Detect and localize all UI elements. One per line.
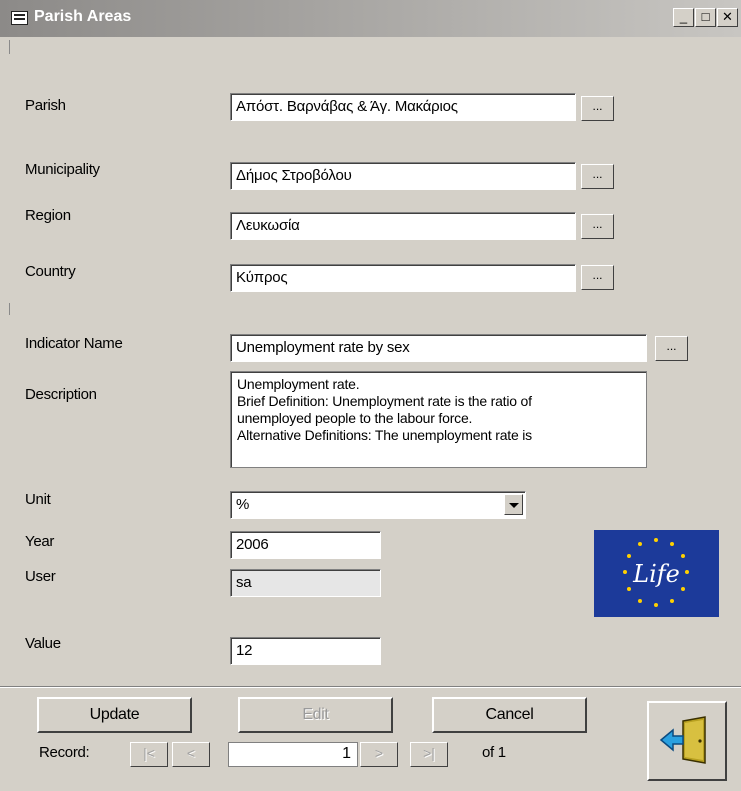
user-label: User [25,568,56,585]
life-logo-text: Life [633,560,680,588]
next-record-button[interactable]: > [360,742,398,767]
edge-mark [9,303,10,315]
cancel-button[interactable]: Cancel [432,697,587,733]
parish-lookup-button[interactable]: ... [581,96,614,121]
title-bar: Parish Areas _ □ ✕ [0,0,741,37]
description-line: Brief Definition: Unemployment rate is t… [237,393,532,409]
user-field: sa [230,569,381,597]
parish-label: Parish [25,97,66,114]
description-line: Unemployment rate. [237,376,360,392]
parish-areas-window: Parish Areas _ □ ✕ Parish Απόστ. Βαρνάβα… [0,0,741,791]
record-number-field[interactable]: 1 [228,742,358,767]
dropdown-arrow-icon[interactable] [504,494,523,515]
indicator-lookup-button[interactable]: ... [655,336,688,361]
indicator-name-label: Indicator Name [25,335,123,352]
maximize-button[interactable]: □ [695,8,716,27]
municipality-field[interactable]: Δήμος Στροβόλου [230,162,576,190]
value-field[interactable]: 12 [230,637,381,665]
value-label: Value [25,635,61,652]
description-label: Description [25,386,97,403]
window-title: Parish Areas [34,8,132,25]
unit-value: % [236,496,250,513]
year-label: Year [25,533,55,550]
exit-door-icon [659,716,706,764]
unit-combobox[interactable]: % [230,491,526,519]
parish-field[interactable]: Απόστ. Βαρνάβας & Άγ. Μακάριος [230,93,576,121]
description-line: unemployed people to the labour force. [237,410,473,426]
country-field[interactable]: Κύπρος [230,264,576,292]
record-total: of 1 [482,744,506,761]
region-field[interactable]: Λευκωσία [230,212,576,240]
municipality-lookup-button[interactable]: ... [581,164,614,189]
previous-record-button[interactable]: < [172,742,210,767]
record-label: Record: [39,744,90,761]
minimize-button[interactable]: _ [673,8,694,27]
first-record-button[interactable]: |< [130,742,168,767]
exit-button[interactable] [647,701,727,781]
description-textarea[interactable]: Unemployment rate. Brief Definition: Une… [230,371,647,468]
description-line: Alternative Definitions: The unemploymen… [237,427,532,443]
form-icon [11,11,28,25]
unit-label: Unit [25,491,51,508]
country-lookup-button[interactable]: ... [581,265,614,290]
update-button[interactable]: Update [37,697,192,733]
last-record-button[interactable]: >| [410,742,448,767]
close-button[interactable]: ✕ [717,8,738,27]
life-logo: Life [594,530,719,617]
indicator-name-field[interactable]: Unemployment rate by sex [230,334,647,362]
edit-button[interactable]: Edit [238,697,393,733]
year-field[interactable]: 2006 [230,531,381,559]
region-lookup-button[interactable]: ... [581,214,614,239]
country-label: Country [25,263,76,280]
municipality-label: Municipality [25,161,100,178]
edge-mark [9,40,10,54]
region-label: Region [25,207,71,224]
footer-divider [0,686,741,688]
